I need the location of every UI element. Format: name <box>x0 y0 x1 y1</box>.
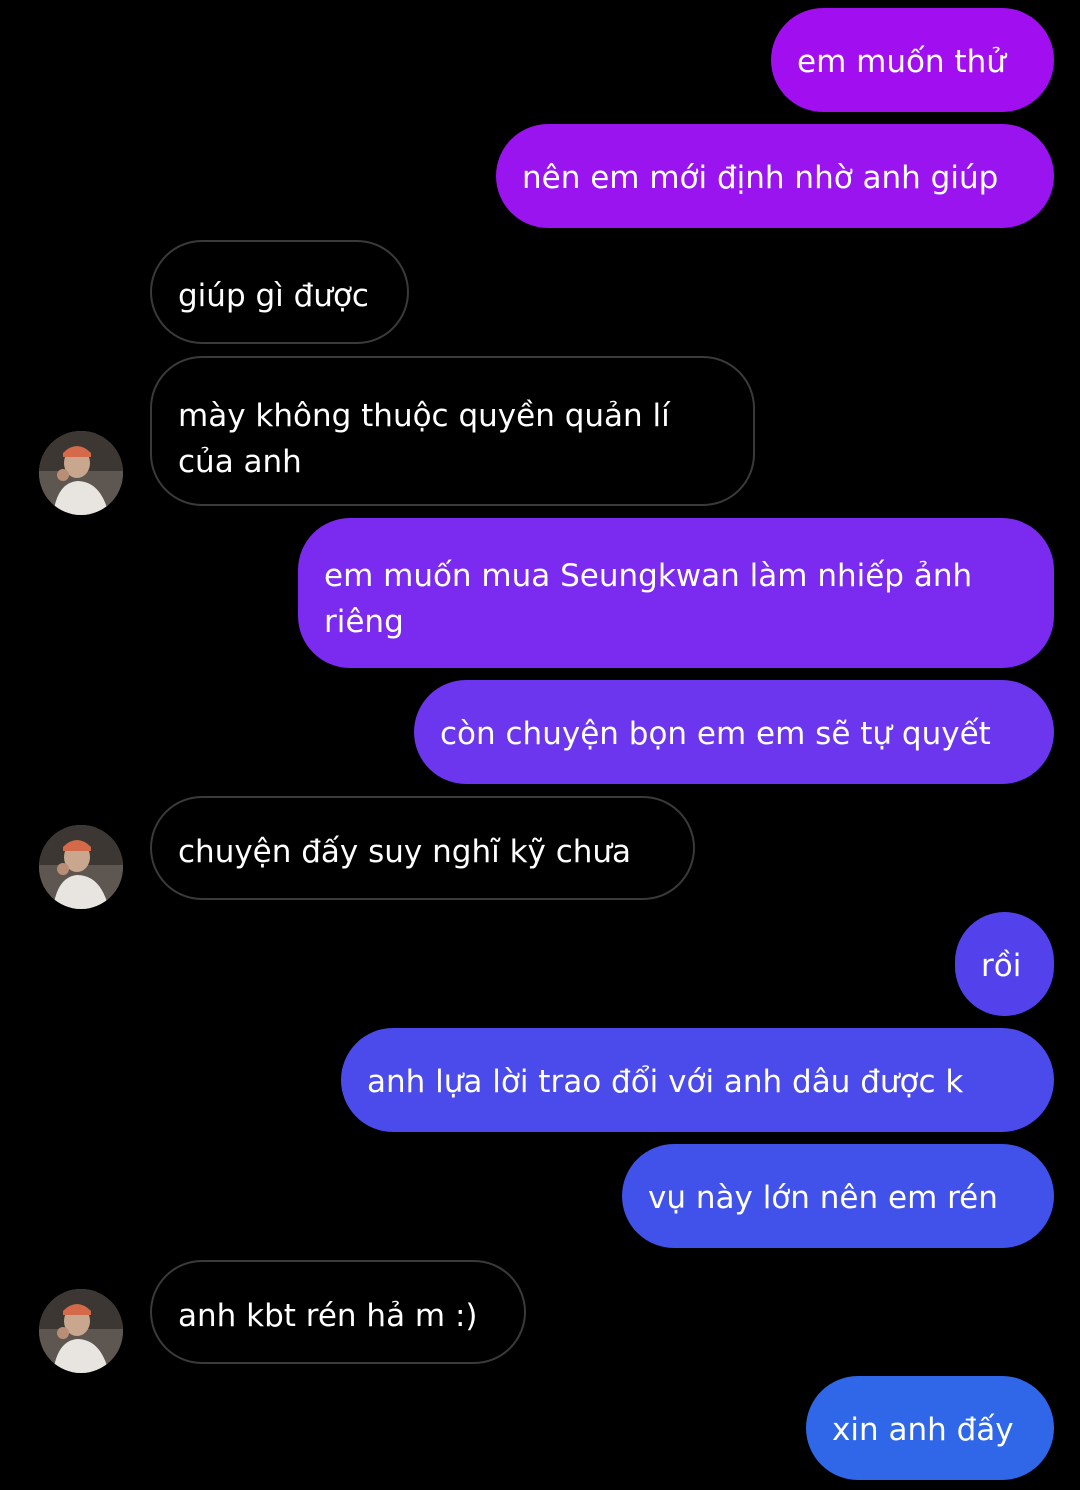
user-avatar-icon <box>39 431 123 515</box>
message-bubble-incoming[interactable]: anh kbt rén hả m :) <box>150 1260 526 1364</box>
message-bubble-outgoing[interactable]: còn chuyện bọn em em sẽ tự quyết <box>414 680 1054 784</box>
message-bubble-outgoing[interactable]: nên em mới định nhờ anh giúp <box>496 124 1054 228</box>
message-bubble-incoming[interactable]: mày không thuộc quyền quản lí của anh <box>150 356 755 506</box>
contact-avatar[interactable] <box>39 825 123 909</box>
contact-avatar[interactable] <box>39 431 123 515</box>
message-bubble-incoming[interactable]: giúp gì được <box>150 240 409 344</box>
user-avatar-icon <box>39 825 123 909</box>
chat-thread: em muốn thử nên em mới định nhờ anh giúp… <box>0 0 1080 1490</box>
message-bubble-outgoing[interactable]: rồi <box>955 912 1054 1016</box>
contact-avatar[interactable] <box>39 1289 123 1373</box>
message-bubble-outgoing[interactable]: em muốn mua Seungkwan làm nhiếp ảnh riên… <box>298 518 1054 668</box>
message-bubble-outgoing[interactable]: xin anh đấy <box>806 1376 1054 1480</box>
message-bubble-incoming[interactable]: chuyện đấy suy nghĩ kỹ chưa <box>150 796 695 900</box>
message-bubble-outgoing[interactable]: em muốn thử <box>771 8 1054 112</box>
message-bubble-outgoing[interactable]: anh lựa lời trao đổi với anh dâu được k <box>341 1028 1054 1132</box>
message-bubble-outgoing[interactable]: vụ này lớn nên em rén <box>622 1144 1054 1248</box>
user-avatar-icon <box>39 1289 123 1373</box>
